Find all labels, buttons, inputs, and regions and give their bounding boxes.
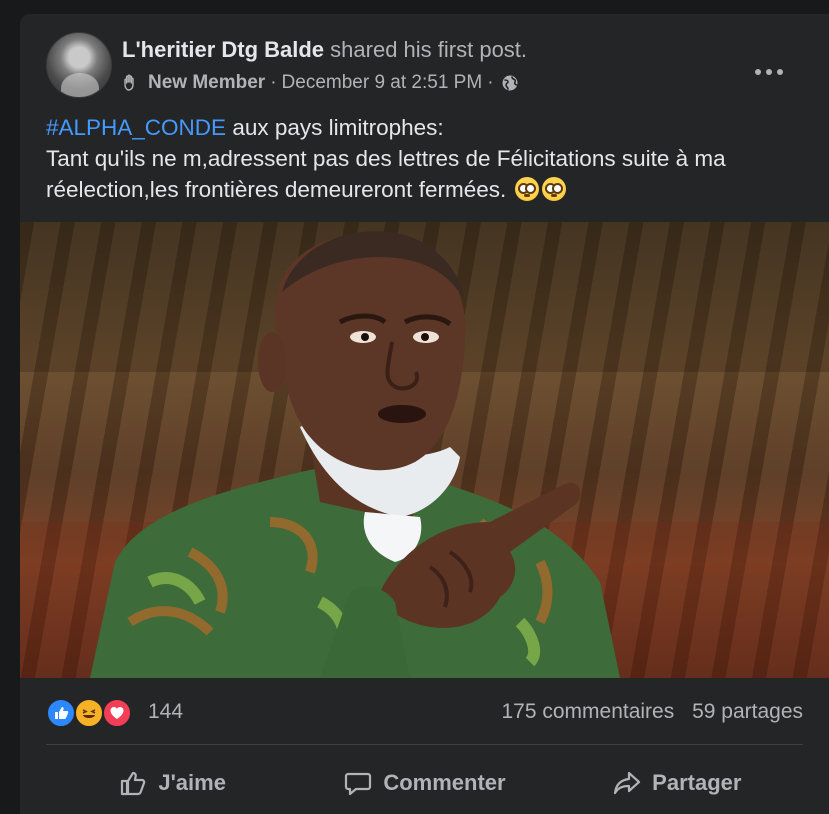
reaction-count[interactable]: 144 (148, 700, 183, 724)
comments-count[interactable]: 175 commentaires (501, 700, 674, 723)
post-text-line2: Tant qu'ils ne m,adressent pas des lettr… (46, 146, 726, 202)
author-avatar[interactable] (46, 32, 112, 98)
haha-reaction-icon (74, 698, 104, 728)
waving-hand-icon (124, 74, 134, 91)
like-button[interactable]: J'aime (46, 758, 298, 808)
dot (777, 69, 783, 75)
meta-separator: · (487, 72, 494, 93)
dot (766, 69, 772, 75)
post-stats: 144 175 commentaires 59 partages (46, 694, 803, 730)
more-options-icon[interactable] (751, 62, 787, 82)
post-header: L'heritier Dtg Balde shared his first po… (46, 32, 809, 102)
flushed-face-emoji (542, 177, 567, 201)
new-member-badge[interactable]: New Member (148, 70, 265, 96)
post-text-line1: aux pays limitrophes: (226, 115, 444, 140)
post-meta: New Member · December 9 at 2:51 PM · (122, 70, 519, 96)
comment-button[interactable]: Commenter (298, 758, 550, 808)
post-card: L'heritier Dtg Balde shared his first po… (20, 14, 829, 814)
author-name[interactable]: L'heritier Dtg Balde (122, 37, 324, 62)
post-action-text: shared his first post. (330, 37, 528, 62)
shares-count[interactable]: 59 partages (692, 700, 803, 723)
post-timestamp[interactable]: December 9 at 2:51 PM (282, 70, 483, 96)
share-arrow-icon (614, 771, 641, 795)
post-author-line: L'heritier Dtg Balde shared his first po… (122, 36, 527, 64)
post-image-illustration (20, 222, 829, 678)
like-reaction-icon (46, 698, 76, 728)
love-reaction-icon (102, 698, 132, 728)
divider (46, 744, 803, 745)
engagement-counts: 175 commentaires 59 partages (501, 700, 803, 724)
post-image[interactable] (20, 222, 829, 678)
like-button-label: J'aime (158, 770, 226, 795)
thumbs-up-icon (121, 771, 146, 796)
comment-bubble-icon (345, 772, 372, 796)
share-button-label: Partager (652, 770, 742, 795)
share-button[interactable]: Partager (551, 758, 803, 808)
meta-separator: · (270, 72, 277, 93)
reaction-icons[interactable] (46, 698, 140, 728)
hashtag-link[interactable]: #ALPHA_CONDE (46, 115, 226, 140)
globe-icon[interactable] (501, 74, 519, 92)
comment-button-label: Commenter (383, 770, 506, 795)
post-actions: J'aime Commenter Partager (46, 758, 803, 808)
flushed-face-emoji (515, 177, 540, 201)
dot (755, 69, 761, 75)
post-text: #ALPHA_CONDE aux pays limitrophes: Tant … (46, 112, 809, 205)
